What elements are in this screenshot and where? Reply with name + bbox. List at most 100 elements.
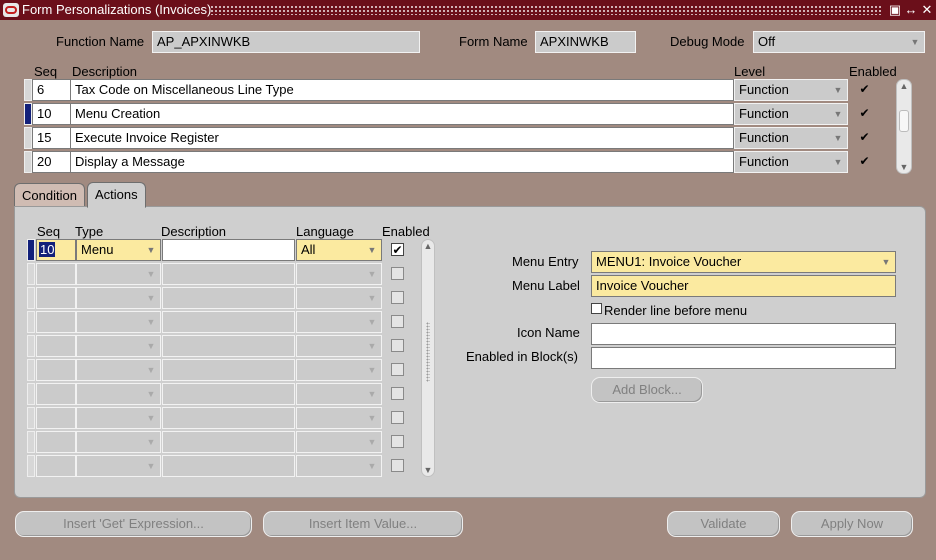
restore-icon[interactable]: ▣ xyxy=(888,2,902,18)
add-block-button[interactable]: Add Block... xyxy=(591,377,703,403)
scroll-down-icon[interactable]: ▼ xyxy=(897,162,911,172)
rules-row-description[interactable]: Menu Creation xyxy=(70,103,734,125)
menu-entry-select[interactable]: MENU1: Invoice Voucher ▼ xyxy=(591,251,896,273)
action-row-marker[interactable] xyxy=(27,263,35,285)
action-row-marker[interactable] xyxy=(27,431,35,453)
action-description-field[interactable] xyxy=(162,359,295,381)
action-enabled-checkbox[interactable] xyxy=(391,291,404,304)
action-language-select[interactable]: ▼ xyxy=(296,455,382,477)
action-row-marker[interactable] xyxy=(27,335,35,357)
action-type-select[interactable]: ▼ xyxy=(76,407,161,429)
insert-get-expression-button[interactable]: Insert 'Get' Expression... xyxy=(15,511,252,537)
action-seq-field[interactable] xyxy=(36,287,76,309)
close-icon[interactable]: ✕ xyxy=(920,2,934,18)
rules-row-level[interactable]: Function ▼ xyxy=(734,103,848,125)
action-language-select[interactable]: ▼ xyxy=(296,263,382,285)
action-type-select[interactable]: ▼ xyxy=(76,455,161,477)
action-description-field[interactable] xyxy=(162,263,295,285)
apply-now-button[interactable]: Apply Now xyxy=(791,511,913,537)
function-name-field[interactable]: AP_APXINWKB xyxy=(152,31,420,53)
rules-row-description[interactable]: Tax Code on Miscellaneous Line Type xyxy=(70,79,734,101)
action-row-marker[interactable] xyxy=(27,359,35,381)
scroll-up-icon[interactable]: ▲ xyxy=(422,241,434,251)
action-enabled-checkbox[interactable] xyxy=(391,267,404,280)
action-row-marker[interactable] xyxy=(27,239,35,261)
action-description-field[interactable] xyxy=(162,383,295,405)
actions-scrollbar[interactable]: ▲ ▼ xyxy=(421,239,435,477)
rules-row-level[interactable]: Function ▼ xyxy=(734,127,848,149)
action-type-select[interactable]: ▼ xyxy=(76,263,161,285)
action-enabled-checkbox[interactable] xyxy=(391,339,404,352)
rules-row-level[interactable]: Function ▼ xyxy=(734,79,848,101)
action-seq-field[interactable] xyxy=(36,407,76,429)
insert-item-value-button[interactable]: Insert Item Value... xyxy=(263,511,463,537)
action-description-field[interactable] xyxy=(162,407,295,429)
action-language-select[interactable]: ▼ xyxy=(296,407,382,429)
action-row-marker[interactable] xyxy=(27,287,35,309)
action-language-select[interactable]: ▼ xyxy=(296,431,382,453)
action-description-field[interactable] xyxy=(162,287,295,309)
action-seq-field[interactable] xyxy=(36,359,76,381)
window-titlebar[interactable]: Form Personalizations (Invoices) ▣ ↔ ✕ xyxy=(0,0,936,20)
action-seq-field[interactable] xyxy=(36,263,76,285)
debug-mode-select[interactable]: Off ▼ xyxy=(753,31,925,53)
action-language-select[interactable]: ▼ xyxy=(296,383,382,405)
action-description-field[interactable] xyxy=(162,455,295,477)
action-language-select[interactable]: ▼ xyxy=(296,335,382,357)
action-enabled-checkbox[interactable] xyxy=(391,459,404,472)
tab-condition[interactable]: Condition xyxy=(14,183,85,208)
action-row-marker[interactable] xyxy=(27,311,35,333)
tab-actions[interactable]: Actions xyxy=(87,182,146,208)
rules-scrollbar[interactable]: ▲ ▼ xyxy=(896,79,912,174)
action-row-marker[interactable] xyxy=(27,383,35,405)
action-seq-field[interactable] xyxy=(36,431,76,453)
action-enabled-checkbox[interactable] xyxy=(391,411,404,424)
render-line-checkbox[interactable] xyxy=(591,303,602,314)
scroll-thumb[interactable] xyxy=(899,110,909,132)
rules-row-enabled-checkbox[interactable]: ✔ xyxy=(858,131,871,144)
rules-row-enabled-checkbox[interactable]: ✔ xyxy=(858,155,871,168)
action-type-select[interactable]: ▼ xyxy=(76,383,161,405)
menu-label-field[interactable]: Invoice Voucher xyxy=(591,275,896,297)
scroll-grip[interactable] xyxy=(426,322,430,382)
action-description-field[interactable] xyxy=(162,239,295,261)
action-enabled-checkbox[interactable] xyxy=(391,387,404,400)
action-type-select[interactable]: ▼ xyxy=(76,287,161,309)
rules-row-description[interactable]: Display a Message xyxy=(70,151,734,173)
resize-icon[interactable]: ↔ xyxy=(904,2,918,18)
action-type-select[interactable]: Menu ▼ xyxy=(76,239,161,261)
row-marker[interactable] xyxy=(24,151,32,173)
action-row-marker[interactable] xyxy=(27,407,35,429)
action-description-field[interactable] xyxy=(162,311,295,333)
action-seq-field[interactable] xyxy=(36,335,76,357)
row-marker[interactable] xyxy=(24,103,32,125)
form-name-field[interactable]: APXINWKB xyxy=(535,31,636,53)
row-marker[interactable] xyxy=(24,79,32,101)
action-language-select[interactable]: ▼ xyxy=(296,311,382,333)
rules-row-enabled-checkbox[interactable]: ✔ xyxy=(858,107,871,120)
action-description-field[interactable] xyxy=(162,431,295,453)
action-language-select[interactable]: ▼ xyxy=(296,359,382,381)
action-enabled-checkbox[interactable]: ✔ xyxy=(391,243,404,257)
action-language-select[interactable]: ▼ xyxy=(296,287,382,309)
action-language-select[interactable]: All ▼ xyxy=(296,239,382,261)
action-row-marker[interactable] xyxy=(27,455,35,477)
action-seq-field[interactable] xyxy=(36,383,76,405)
rules-row-enabled-checkbox[interactable]: ✔ xyxy=(858,83,871,96)
action-seq-field[interactable]: 10 xyxy=(36,239,76,261)
enabled-blocks-field[interactable] xyxy=(591,347,896,369)
action-enabled-checkbox[interactable] xyxy=(391,435,404,448)
action-seq-field[interactable] xyxy=(36,455,76,477)
action-seq-field[interactable] xyxy=(36,311,76,333)
icon-name-field[interactable] xyxy=(591,323,896,345)
action-enabled-checkbox[interactable] xyxy=(391,315,404,328)
validate-button[interactable]: Validate xyxy=(667,511,780,537)
scroll-down-icon[interactable]: ▼ xyxy=(422,465,434,475)
action-type-select[interactable]: ▼ xyxy=(76,335,161,357)
scroll-up-icon[interactable]: ▲ xyxy=(897,81,911,91)
action-enabled-checkbox[interactable] xyxy=(391,363,404,376)
action-type-select[interactable]: ▼ xyxy=(76,311,161,333)
rules-row-description[interactable]: Execute Invoice Register xyxy=(70,127,734,149)
action-description-field[interactable] xyxy=(162,335,295,357)
action-type-select[interactable]: ▼ xyxy=(76,431,161,453)
